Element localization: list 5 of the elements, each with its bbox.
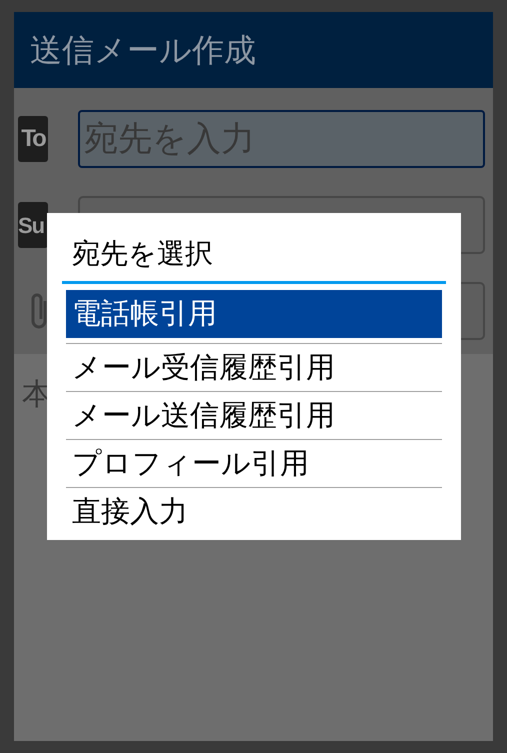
menu-item[interactable]: 電話帳引用	[66, 290, 442, 338]
dialog-title: 宛先を選択	[71, 236, 214, 272]
window-title: 送信メール作成	[30, 30, 256, 71]
to-badge: To	[18, 116, 48, 162]
subject-badge: Su	[18, 202, 48, 248]
